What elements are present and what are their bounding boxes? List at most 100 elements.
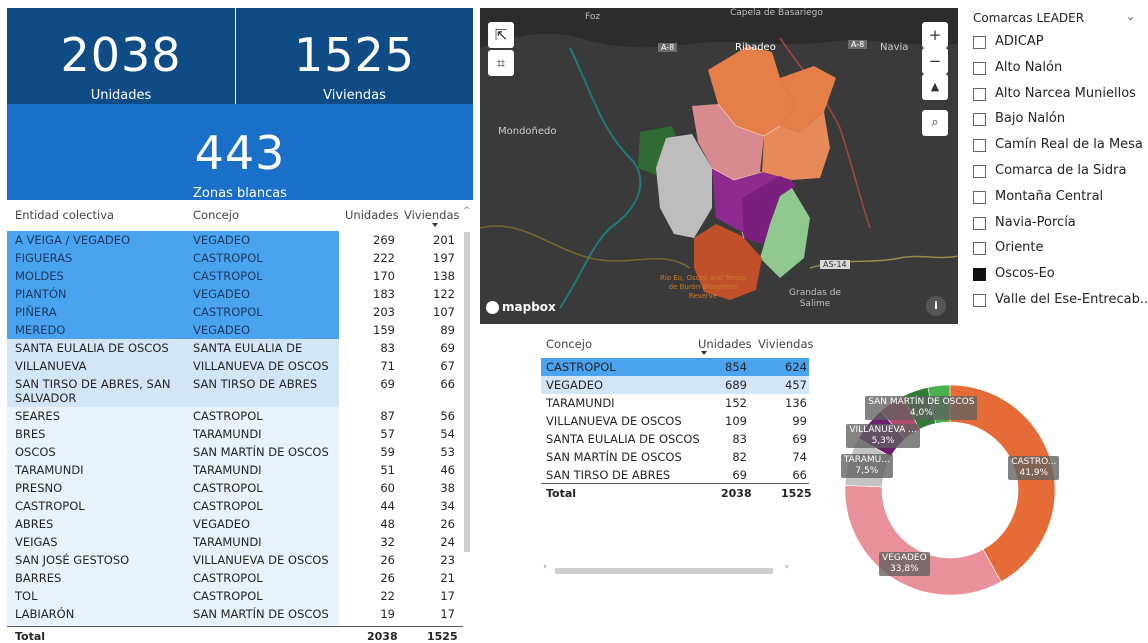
table-row[interactable]: PIANTÓN VEGADEO 183 122 (7, 285, 463, 303)
table-row[interactable]: SANTA EULALIA DE OSCOS 83 69 (541, 430, 809, 448)
table-row[interactable]: ABRES VEGADEO 48 26 (7, 515, 463, 533)
map-search-icon[interactable]: ⌕ (922, 110, 948, 136)
table-row[interactable]: LABIARÓN SAN MARTÍN DE OSCOS 19 17 (7, 605, 463, 623)
checkbox[interactable] (973, 190, 986, 204)
table-row[interactable]: SAN TIRSO DE ABRES 69 66 (541, 466, 809, 484)
donut-data-label: TARAMU... 7,5% (840, 454, 893, 479)
info-icon[interactable]: i (926, 296, 946, 316)
cell-viviendas: 122 (403, 285, 463, 303)
slicer-title: Comarcas LEADER (973, 11, 1085, 25)
donut-label-name: VILLANUEVA ... (849, 424, 917, 435)
cell-viviendas: 38 (403, 479, 463, 497)
slicer-item[interactable]: Alto Nalón (973, 59, 1148, 79)
scroll-up-icon[interactable]: ^ (463, 206, 471, 216)
table-row[interactable]: CASTROPOL CASTROPOL 44 34 (7, 497, 463, 515)
cell-unidades: 83 (732, 432, 747, 446)
table-row[interactable]: MEREDO VEGADEO 159 89 (7, 321, 463, 339)
checkbox[interactable] (973, 165, 986, 178)
cell-unidades: 59 (339, 443, 403, 461)
slicer-item[interactable]: ADICAP (973, 33, 1148, 53)
cell-unidades: 183 (339, 285, 403, 303)
slicer-item-label: Montaña Central (995, 188, 1104, 204)
slicer-item-label: Navia-Porcía (995, 214, 1076, 230)
total-label: Total (546, 487, 577, 500)
cell-unidades: 48 (339, 515, 403, 533)
table-row[interactable]: SANTA EULALIA DE OSCOSSANTA EULALIA DE O… (7, 339, 463, 369)
table-row[interactable]: FIGUERAS CASTROPOL 222 197 (7, 249, 463, 267)
checkbox[interactable] (973, 87, 986, 101)
table-row[interactable]: VILLANUEVA VILLANUEVA DE OSCOS 71 67 (7, 357, 463, 375)
slicer-item-label: Oriente (995, 240, 1044, 256)
scroll-left-icon[interactable]: ‹ (543, 562, 547, 572)
table-row[interactable]: VILLANUEVA DE OSCOS 109 99 (541, 412, 809, 430)
slicer-item[interactable]: Comarca de la Sidra (973, 162, 1148, 182)
slicer-item-label: Oscos-Eo (995, 266, 1055, 282)
compass-icon[interactable]: ▲ (922, 74, 948, 100)
table-row[interactable]: SAN MARTÍN DE OSCOS 82 74 (541, 448, 809, 466)
table-row[interactable]: BARRES CASTROPOL 26 21 (7, 569, 463, 587)
kpi-card-viviendas: 1525 Viviendas (236, 8, 473, 104)
table-row[interactable]: A VEIGA / VEGADEO VEGADEO 269 201 (7, 231, 463, 249)
mapbox-logo-icon (486, 301, 499, 314)
slicer-item[interactable]: Camín Real de la Mesa (973, 136, 1148, 156)
column-header-unidades[interactable]: Unidades (345, 208, 399, 222)
column-header-unidades[interactable]: Unidades (698, 337, 752, 351)
slicer-item[interactable]: Alto Narcea Muniellos (973, 85, 1148, 105)
map-select-icon[interactable]: ⌗ (488, 50, 514, 76)
table-row[interactable]: VEGADEO 689 457 (541, 376, 809, 394)
checkbox[interactable] (973, 268, 986, 282)
table-row[interactable]: BRES TARAMUNDI 57 54 (7, 425, 463, 443)
column-header-viviendas[interactable]: Viviendas (758, 337, 814, 351)
donut-label-pct: 5,3% (871, 435, 895, 446)
zoom-in-button[interactable]: + (922, 22, 948, 48)
slicer-item[interactable]: Oriente (973, 239, 1148, 259)
vertical-scrollbar[interactable] (463, 222, 471, 622)
slicer-item-label: Camín Real de la Mesa (995, 137, 1143, 153)
checkbox[interactable] (973, 36, 986, 49)
table-row[interactable]: TARAMUNDI 152 136 (541, 394, 809, 412)
scrollbar-thumb[interactable] (464, 232, 470, 552)
cell-unidades: 83 (339, 339, 403, 357)
table-row[interactable]: PIÑERA CASTROPOL 203 107 (7, 303, 463, 321)
table-row[interactable]: CASTROPOL 854 624 (541, 358, 809, 376)
checkbox[interactable] (973, 61, 986, 75)
column-header-concejo[interactable]: Concejo (193, 208, 239, 222)
cell-viviendas: 21 (403, 569, 463, 587)
table-row[interactable]: MOLDES CASTROPOL 170 138 (7, 267, 463, 285)
table-row[interactable]: OSCOS SAN MARTÍN DE OSCOS 59 53 (7, 443, 463, 461)
map-focus-icon[interactable]: ⇱ (488, 22, 514, 48)
cell-entidad: CASTROPOL (7, 497, 185, 515)
chevron-down-icon[interactable]: ⌄ (1126, 10, 1135, 23)
slicer-item[interactable]: Oscos-Eo (973, 265, 1148, 285)
slicer-item[interactable]: Navia-Porcía (973, 214, 1148, 234)
table-row[interactable]: SAN TIRSO DE ABRES, SAN SALVADOR SAN TIRS… (7, 375, 463, 407)
table-row[interactable]: SEARES CASTROPOL 87 56 (7, 407, 463, 425)
table-row[interactable]: PRESNO CASTROPOL 60 38 (7, 479, 463, 497)
table-row[interactable]: TARAMUNDI TARAMUNDI 51 46 (7, 461, 463, 479)
map[interactable]: Ribadeo Mondoñedo Navia Grandas de Salim… (480, 8, 958, 324)
donut-data-label: CASTRO... 41,9% (1008, 456, 1060, 481)
column-header-concejo[interactable]: Concejo (546, 337, 592, 351)
table-row[interactable]: TOL CASTROPOL 22 17 (7, 587, 463, 605)
cell-entidad: SAN TIRSO DE ABRES, SAN SALVADOR (7, 375, 185, 407)
cell-entidad: SEARES (7, 407, 185, 425)
table-row[interactable]: VEIGAS TARAMUNDI 32 24 (7, 533, 463, 551)
column-header-viviendas[interactable]: Viviendas (404, 208, 460, 222)
mapbox-attribution[interactable]: mapbox (486, 300, 556, 318)
horizontal-scrollbar[interactable]: ‹ › (541, 562, 803, 576)
scroll-right-icon[interactable]: › (785, 562, 789, 572)
slicer-item[interactable]: Bajo Nalón (973, 110, 1148, 130)
checkbox[interactable] (973, 113, 986, 127)
donut-slice[interactable] (844, 484, 1002, 596)
zoom-out-button[interactable]: − (922, 48, 948, 74)
table-row[interactable]: SAN JOSÉ GESTOSO VILLANUEVA DE OSCOS 26 23 (7, 551, 463, 569)
checkbox[interactable] (973, 294, 986, 307)
checkbox[interactable] (973, 216, 986, 230)
checkbox[interactable] (973, 242, 986, 256)
scrollbar-thumb[interactable] (555, 568, 773, 574)
column-header-entidad[interactable]: Entidad colectiva (15, 208, 114, 222)
slicer-item[interactable]: Valle del Ese-Entrecab... (973, 291, 1148, 311)
cell-entidad: BRES (7, 425, 185, 443)
slicer-item[interactable]: Montaña Central (973, 188, 1148, 208)
checkbox[interactable] (973, 139, 986, 153)
